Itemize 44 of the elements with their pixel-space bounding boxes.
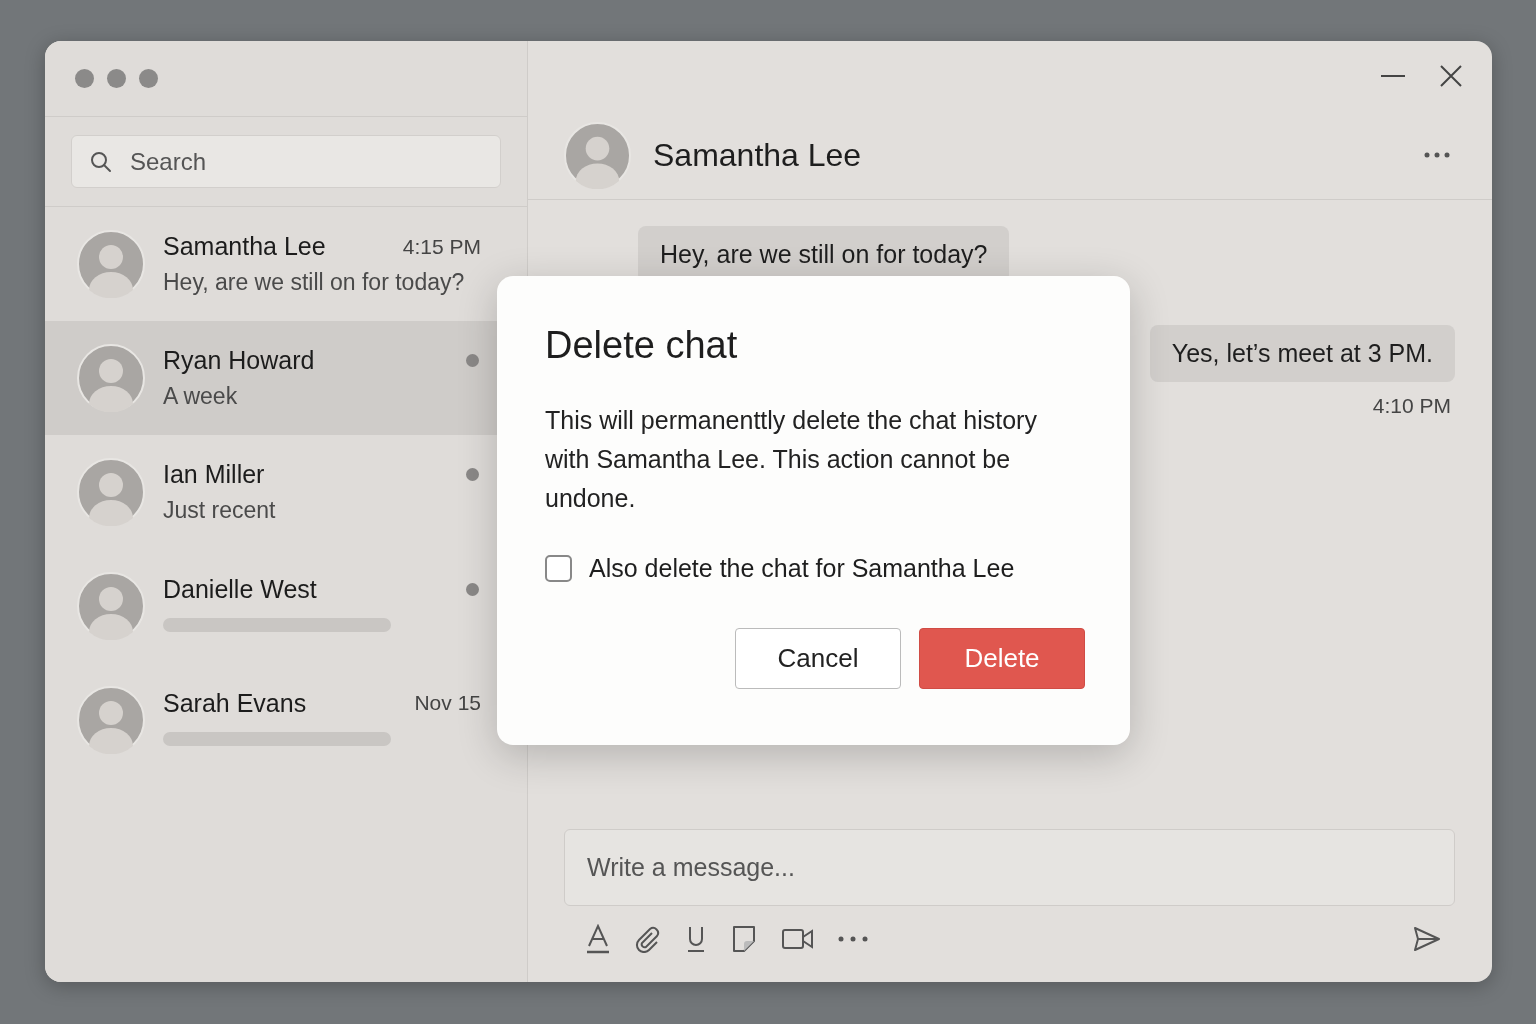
close-icon[interactable] <box>1440 65 1462 87</box>
text-format-icon[interactable] <box>586 924 610 954</box>
chat-item[interactable]: Ian Miller Just recent <box>45 435 527 549</box>
avatar <box>77 230 145 298</box>
contact-name: Ian Miller <box>163 460 266 489</box>
delete-button[interactable]: Delete <box>919 628 1085 689</box>
more-icon[interactable] <box>838 936 868 942</box>
message-preview: Just recent <box>163 497 277 524</box>
dialog-title: Delete chat <box>545 324 739 367</box>
send-icon[interactable] <box>1413 926 1441 952</box>
contact-name: Samantha Lee <box>163 232 327 261</box>
chat-time: 4:15 PM <box>402 234 481 259</box>
underline-icon[interactable] <box>686 925 706 953</box>
contact-name: Ryan Howard <box>163 346 316 375</box>
more-icon[interactable] <box>1424 152 1450 158</box>
video-camera-icon[interactable] <box>782 928 814 950</box>
avatar <box>77 686 145 754</box>
message-preview: Hey, are we still on for today? <box>163 269 466 296</box>
dialog-message: This will permanenttly delete the chat history with Samantha Lee. This action cannot be undone. <box>545 405 1038 514</box>
paperclip-icon[interactable] <box>634 925 662 953</box>
message-time: 4:10 PM <box>1372 394 1451 418</box>
window-dot[interactable] <box>139 69 158 88</box>
chat-time: Nov 15 <box>414 691 481 715</box>
window-dot[interactable] <box>75 69 94 88</box>
checkbox-label[interactable]: Also delete the chat for Samantha Lee <box>589 554 1015 583</box>
chat-item[interactable]: Sarah Evans Nov 15 <box>45 663 527 777</box>
avatar <box>77 458 145 526</box>
message-bubble: Yes, let’s meet at 3 PM. <box>1149 325 1455 382</box>
contact-name: Samantha Lee <box>653 136 863 174</box>
sticky-note-icon[interactable] <box>730 925 758 953</box>
message-field[interactable]: Write a message... <box>564 829 1455 906</box>
minimize-icon[interactable] <box>1380 74 1406 78</box>
window-dot[interactable] <box>107 69 126 88</box>
avatar <box>77 572 145 640</box>
message-preview: A week <box>163 383 239 410</box>
chat-item[interactable]: Danielle West <box>45 549 527 663</box>
cancel-button[interactable]: Cancel <box>735 628 901 689</box>
contact-name: Danielle West <box>163 574 318 604</box>
contact-name: Sarah Evans <box>163 688 308 718</box>
chat-item[interactable]: Samantha Lee 4:15 PM Hey, are we still on for today? <box>45 207 527 321</box>
search-field[interactable]: Search <box>71 135 501 188</box>
checkbox[interactable] <box>545 555 572 582</box>
avatar <box>77 344 145 412</box>
avatar <box>564 121 631 189</box>
